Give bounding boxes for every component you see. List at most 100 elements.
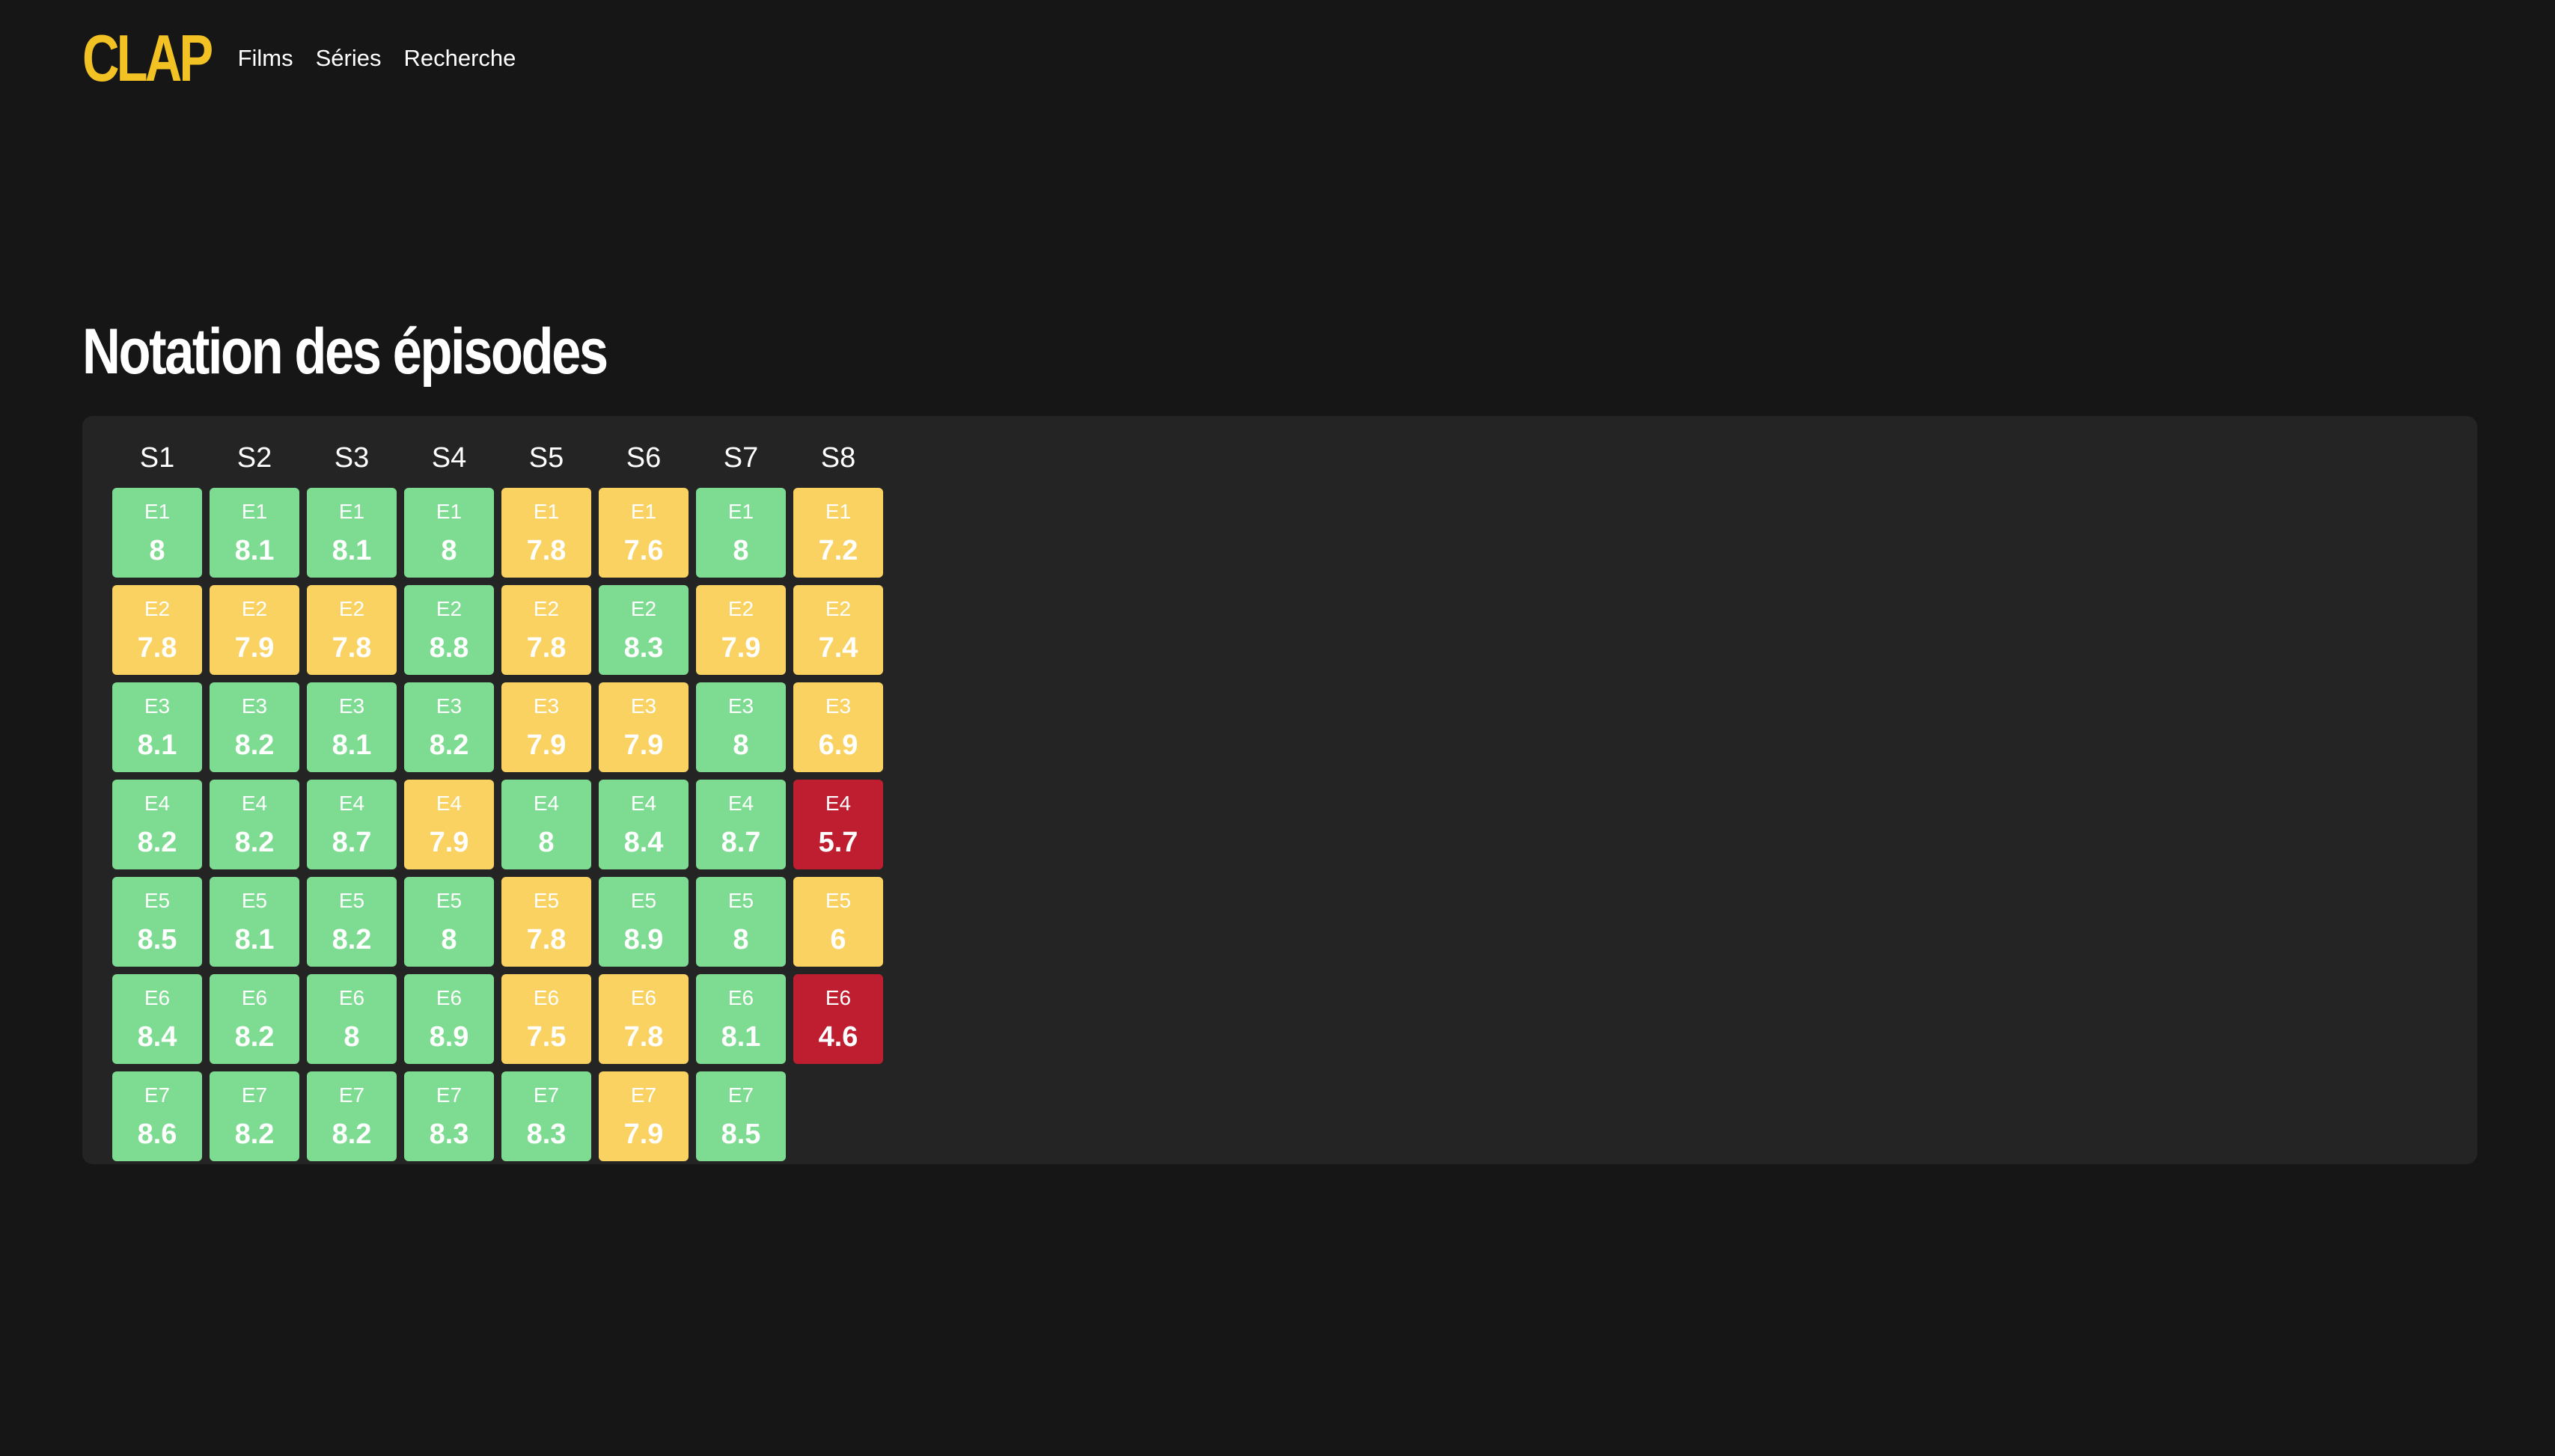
episode-cell[interactable]: E6 8.1 — [696, 974, 786, 1064]
episode-label: E6 — [436, 986, 463, 1009]
episode-label: E3 — [338, 694, 365, 718]
nav-link-films[interactable]: Films — [238, 45, 293, 72]
episode-cell[interactable]: E7 8.2 — [210, 1071, 299, 1161]
episode-cell[interactable]: E5 8.2 — [307, 877, 397, 967]
episode-cell[interactable]: E3 8.1 — [307, 682, 397, 772]
episode-rating: 8.2 — [234, 729, 275, 761]
episode-cell[interactable]: E4 7.9 — [404, 780, 494, 869]
nav-link-series[interactable]: Séries — [316, 45, 382, 72]
episode-rating: 7.2 — [818, 535, 858, 566]
episode-cell[interactable]: E6 8.2 — [210, 974, 299, 1064]
episode-cell[interactable]: E2 7.8 — [501, 585, 591, 675]
episode-label: E4 — [727, 792, 754, 815]
episode-rating: 4.6 — [818, 1021, 858, 1053]
season-header-s8: S8 — [820, 442, 856, 474]
episode-cell[interactable]: E3 8 — [696, 682, 786, 772]
episode-cell[interactable]: E4 8 — [501, 780, 591, 869]
episode-cell[interactable]: E3 8.2 — [210, 682, 299, 772]
episode-cell[interactable]: E5 8 — [696, 877, 786, 967]
episode-cell[interactable]: E6 8.4 — [112, 974, 202, 1064]
episode-cell[interactable]: E5 8.1 — [210, 877, 299, 967]
episode-rating: 7.9 — [721, 632, 761, 664]
episode-cell[interactable]: E3 7.9 — [599, 682, 689, 772]
episode-cell[interactable]: E1 8.1 — [307, 488, 397, 578]
episode-rating: 7.4 — [818, 632, 858, 664]
episode-cell[interactable]: E1 7.8 — [501, 488, 591, 578]
episode-rating: 7.8 — [526, 535, 567, 566]
season-header-s3: S3 — [334, 442, 370, 474]
episode-rating: 8 — [733, 729, 749, 761]
episode-cell[interactable]: E7 8.2 — [307, 1071, 397, 1161]
episode-cell[interactable]: E2 7.8 — [112, 585, 202, 675]
site-logo[interactable]: CLAP — [82, 25, 213, 91]
episode-rating: 8.1 — [137, 729, 177, 761]
episode-cell[interactable]: E3 7.9 — [501, 682, 591, 772]
episode-cell[interactable]: E2 7.9 — [696, 585, 786, 675]
episode-cell[interactable]: E2 7.8 — [307, 585, 397, 675]
episode-cell[interactable]: E6 7.5 — [501, 974, 591, 1064]
episode-rating: 7.8 — [623, 1021, 664, 1053]
episode-cell[interactable]: E5 8 — [404, 877, 494, 967]
nav-link-recherche[interactable]: Recherche — [403, 45, 516, 72]
episode-rating: 8.9 — [623, 924, 664, 955]
episode-cell[interactable]: E3 8.1 — [112, 682, 202, 772]
season-header-s2: S2 — [236, 442, 272, 474]
episode-cell[interactable]: E7 8.5 — [696, 1071, 786, 1161]
episode-cell[interactable]: E4 8.4 — [599, 780, 689, 869]
episode-label: E2 — [436, 597, 463, 620]
episode-cell[interactable]: E2 7.4 — [793, 585, 883, 675]
episode-rating: 8 — [733, 924, 749, 955]
episode-cell[interactable]: E6 8 — [307, 974, 397, 1064]
episode-label: E4 — [630, 792, 657, 815]
episode-cell[interactable]: E1 8 — [404, 488, 494, 578]
episode-label: E1 — [533, 500, 560, 523]
episode-cell[interactable]: E3 8.2 — [404, 682, 494, 772]
episode-cell[interactable]: E5 8.9 — [599, 877, 689, 967]
episode-cell[interactable]: E4 8.7 — [307, 780, 397, 869]
episode-cell[interactable]: E6 7.8 — [599, 974, 689, 1064]
episode-cell[interactable]: E2 8.3 — [599, 585, 689, 675]
episode-rating: 8.9 — [429, 1021, 469, 1053]
episode-label: E5 — [727, 889, 754, 912]
episode-cell[interactable]: E5 6 — [793, 877, 883, 967]
episode-cell[interactable]: E1 8 — [112, 488, 202, 578]
episode-cell[interactable]: E1 8.1 — [210, 488, 299, 578]
episode-rating: 8.2 — [429, 729, 469, 761]
episode-label: E6 — [241, 986, 268, 1009]
episode-cell[interactable]: E6 8.9 — [404, 974, 494, 1064]
episode-cell[interactable]: E5 8.5 — [112, 877, 202, 967]
episode-cell[interactable]: E7 8.3 — [404, 1071, 494, 1161]
episode-cell[interactable]: E3 6.9 — [793, 682, 883, 772]
episode-label: E4 — [338, 792, 365, 815]
episode-rating: 8.1 — [332, 535, 372, 566]
episode-cell[interactable]: E7 8.6 — [112, 1071, 202, 1161]
episode-cell[interactable]: E4 8.2 — [112, 780, 202, 869]
episode-cell[interactable]: E1 8 — [696, 488, 786, 578]
episode-rating: 8.2 — [234, 1119, 275, 1150]
episode-ratings-panel: S1 S2 S3 S4 S5 S6 S7 S8 E1 8 E2 7.8 E3 8.1 E4 8.2 E5 8.5… — [82, 416, 2477, 1164]
episode-cell[interactable]: E1 7.2 — [793, 488, 883, 578]
episode-label: E3 — [436, 694, 463, 718]
episode-label: E2 — [727, 597, 754, 620]
episode-rating: 8.3 — [429, 1119, 469, 1150]
top-navigation: CLAP Films Séries Recherche — [82, 21, 538, 96]
episode-rating: 8.4 — [137, 1021, 177, 1053]
episode-label: E2 — [144, 597, 171, 620]
episode-rating: 7.8 — [332, 632, 372, 664]
episode-rating: 5.7 — [818, 827, 858, 858]
episode-cell[interactable]: E2 7.9 — [210, 585, 299, 675]
episode-cell[interactable]: E1 7.6 — [599, 488, 689, 578]
episode-rating: 8.1 — [234, 535, 275, 566]
episode-cell[interactable]: E7 8.3 — [501, 1071, 591, 1161]
episode-rating: 8.2 — [137, 827, 177, 858]
episode-cell[interactable]: E7 7.9 — [599, 1071, 689, 1161]
episode-cell[interactable]: E4 5.7 — [793, 780, 883, 869]
episode-rating: 7.9 — [429, 827, 469, 858]
episode-cell[interactable]: E5 7.8 — [501, 877, 591, 967]
episode-cell[interactable]: E2 8.8 — [404, 585, 494, 675]
episode-label: E1 — [241, 500, 268, 523]
episode-cell[interactable]: E4 8.7 — [696, 780, 786, 869]
episode-cell[interactable]: E4 8.2 — [210, 780, 299, 869]
episode-label: E7 — [533, 1083, 560, 1107]
episode-cell[interactable]: E6 4.6 — [793, 974, 883, 1064]
